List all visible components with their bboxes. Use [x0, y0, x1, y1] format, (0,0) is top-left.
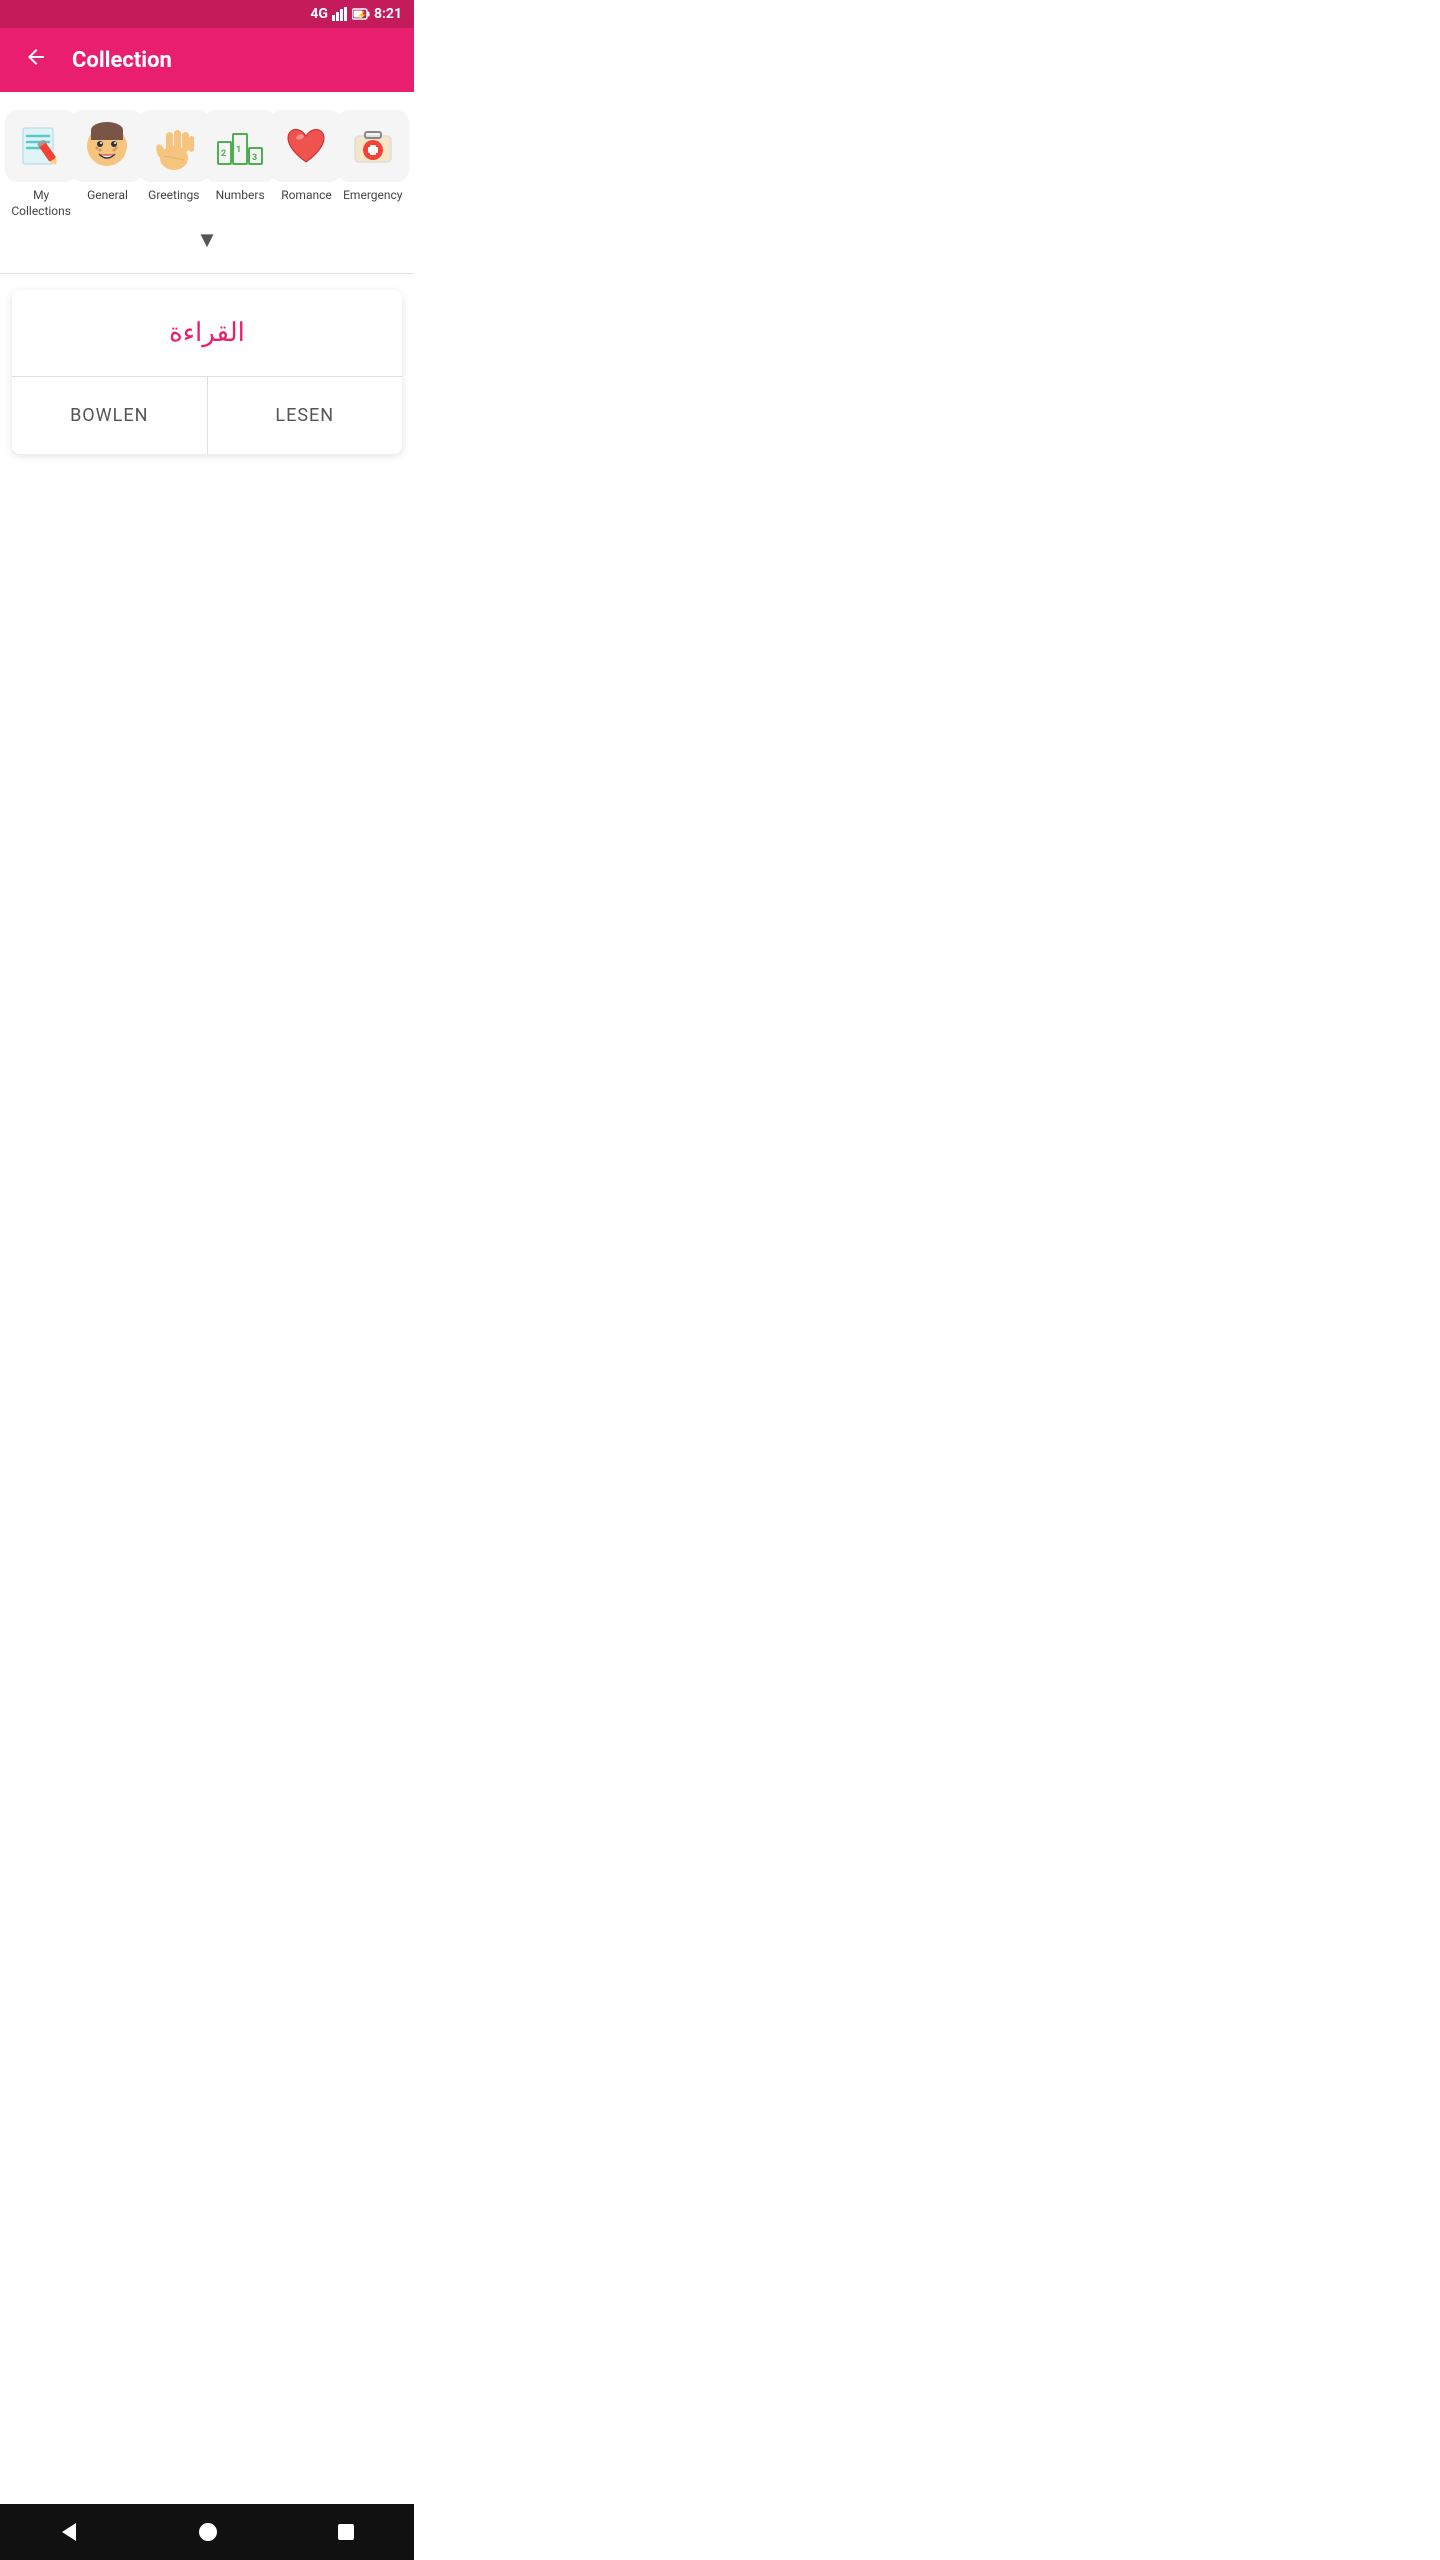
emergency-label: Emergency: [343, 188, 402, 204]
romance-icon-wrapper: [270, 110, 342, 182]
divider: [0, 273, 414, 274]
card-arabic-section: القراءة: [12, 290, 402, 377]
category-greetings[interactable]: Greetings: [142, 110, 206, 204]
svg-text:3: 3: [252, 153, 257, 163]
general-label: General: [87, 188, 128, 204]
category-numbers[interactable]: 2 1 3 Numbers: [208, 110, 272, 204]
signal-icon: [332, 7, 348, 21]
general-icon-wrapper: [71, 110, 143, 182]
app-bar: Collection: [0, 28, 414, 92]
romance-label: Romance: [281, 188, 332, 204]
emergency-icon: [347, 120, 399, 172]
svg-text:2: 2: [221, 149, 226, 159]
svg-text:1: 1: [236, 145, 241, 155]
status-bar: 4G ⚡ 8:21: [0, 0, 414, 28]
time-display: 8:21: [374, 6, 402, 22]
nav-home-button[interactable]: [197, 2521, 219, 2543]
numbers-label: Numbers: [216, 188, 265, 204]
category-my-collections[interactable]: My Collections: [9, 110, 73, 219]
categories-row: My Collections: [8, 110, 406, 219]
numbers-icon-wrapper: 2 1 3: [204, 110, 276, 182]
chevron-down-icon[interactable]: ▼: [196, 227, 218, 253]
signal-indicator: 4G: [310, 6, 328, 22]
general-icon: [81, 120, 133, 172]
status-icons: 4G ⚡ 8:21: [310, 6, 402, 22]
nav-recents-icon: [336, 2522, 356, 2542]
my-collections-icon-wrapper: [5, 110, 77, 182]
nav-back-button[interactable]: [58, 2521, 80, 2543]
category-general[interactable]: General: [75, 110, 139, 204]
category-romance[interactable]: Romance: [274, 110, 338, 204]
back-arrow-icon: [24, 45, 48, 69]
nav-recents-button[interactable]: [336, 2522, 356, 2542]
translation-bowlen-text: BOWLEN: [70, 405, 148, 426]
my-collections-icon: [15, 120, 67, 172]
translation-lesen-text: LESEN: [275, 405, 334, 426]
greetings-icon: [148, 120, 200, 172]
greetings-label: Greetings: [148, 188, 199, 204]
nav-back-icon: [58, 2521, 80, 2543]
categories-section: My Collections: [0, 92, 414, 273]
translation-bowlen[interactable]: BOWLEN: [12, 377, 208, 454]
emergency-icon-wrapper: [337, 110, 409, 182]
svg-text:⚡: ⚡: [357, 10, 367, 20]
flashcard: القراءة BOWLEN LESEN: [12, 290, 402, 454]
expand-chevron-row[interactable]: ▼: [8, 219, 406, 265]
card-translations-row: BOWLEN LESEN: [12, 377, 402, 454]
arabic-text: القراءة: [169, 318, 245, 348]
bottom-navigation: [0, 2504, 414, 2560]
greetings-icon-wrapper: [138, 110, 210, 182]
my-collections-label: My Collections: [9, 188, 73, 219]
page-title: Collection: [72, 48, 172, 73]
back-button[interactable]: [16, 37, 56, 83]
category-emergency[interactable]: Emergency: [341, 110, 405, 204]
translation-lesen[interactable]: LESEN: [208, 377, 403, 454]
romance-icon: [280, 120, 332, 172]
battery-icon: ⚡: [352, 8, 370, 20]
numbers-icon: 2 1 3: [214, 120, 266, 172]
nav-home-icon: [197, 2521, 219, 2543]
